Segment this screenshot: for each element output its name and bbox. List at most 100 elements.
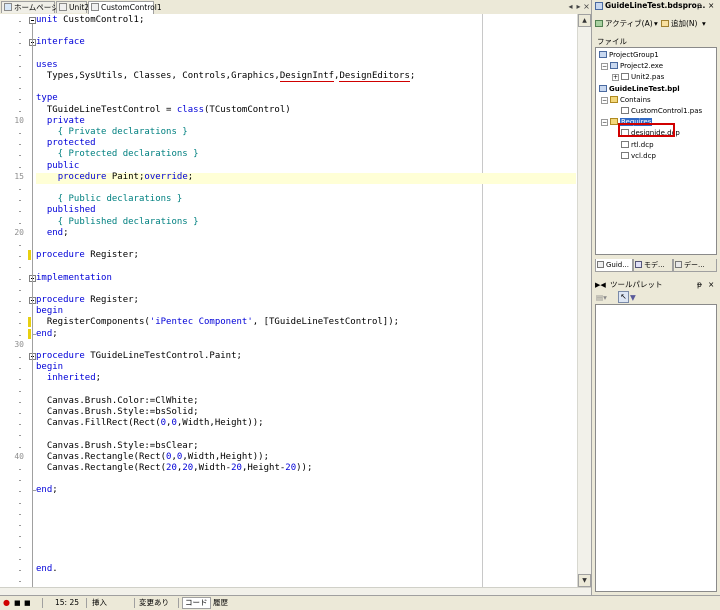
code-line[interactable]: published xyxy=(36,205,96,216)
pin-icon[interactable]: ᵽ xyxy=(697,279,702,291)
tree-item[interactable]: GuideLineTest.bpl xyxy=(599,84,680,94)
line-dot xyxy=(19,32,21,34)
tree-item[interactable]: vcl.dcp xyxy=(621,151,656,161)
code-token: Register; xyxy=(84,295,139,305)
code-line[interactable]: uses xyxy=(36,60,58,71)
add-dropdown-icon[interactable]: ▾ xyxy=(702,18,706,30)
close-icon[interactable]: × xyxy=(708,0,714,12)
expand-icon[interactable]: + xyxy=(612,74,619,82)
code-token: type xyxy=(36,93,58,104)
code-line[interactable]: public xyxy=(36,161,80,172)
code-token: 'iPentec Component' xyxy=(149,317,253,328)
code-line[interactable]: begin xyxy=(36,306,63,317)
code-token: inherited xyxy=(46,373,96,384)
activate-dropdown-icon[interactable]: ▾ xyxy=(654,18,658,30)
code-line[interactable]: TGuideLineTestControl = class(TCustomCon… xyxy=(36,105,291,116)
code-token: { Private declarations } xyxy=(36,127,188,137)
code-token: procedure xyxy=(36,250,85,261)
code-line[interactable]: procedure Paint;override; xyxy=(36,172,194,183)
collapse-icon[interactable]: − xyxy=(601,119,608,127)
code-line[interactable]: Canvas.Rectangle(Rect(20,20,Width-20,Hei… xyxy=(36,463,313,474)
line-dot xyxy=(19,469,21,470)
code-line[interactable]: end; xyxy=(36,228,69,239)
collapse-icon[interactable]: − xyxy=(601,63,608,71)
pointer-icon[interactable]: ↖ xyxy=(618,291,629,303)
code-line[interactable]: { Public declarations } xyxy=(36,194,183,205)
line-dot xyxy=(19,289,21,291)
line-dot xyxy=(19,480,21,482)
code-line[interactable]: Types,SysUtils, Classes, Controls,Graphi… xyxy=(36,71,415,82)
play-macro-icon[interactable]: ■ xyxy=(24,598,31,608)
tab-guide[interactable]: Guid... xyxy=(595,259,633,272)
code-line[interactable]: implementation xyxy=(36,273,112,284)
editor-vertical-scrollbar[interactable]: ▲ ▼ xyxy=(577,14,591,587)
tree-item[interactable]: Contains xyxy=(610,95,651,105)
code-line[interactable]: procedure TGuideLineTestControl.Paint; xyxy=(36,351,242,362)
fold-toggle-icon[interactable] xyxy=(29,17,36,24)
tree-item[interactable]: Unit2.pas xyxy=(621,72,664,82)
tab-model[interactable]: モデ... xyxy=(633,259,673,272)
filter-icon[interactable]: ▼ xyxy=(630,292,636,304)
code-line[interactable]: inherited; xyxy=(36,373,101,384)
add-button[interactable]: 追加(N) xyxy=(661,18,697,30)
tree-item[interactable]: ProjectGroup1 xyxy=(599,50,659,60)
code-line[interactable]: Canvas.Brush.Style:=bsSolid; xyxy=(36,407,199,418)
code-line[interactable]: private xyxy=(36,116,85,127)
close-tab-icon[interactable]: × xyxy=(582,2,591,11)
code-token: { Public declarations } xyxy=(36,194,183,205)
code-line[interactable]: procedure Register; xyxy=(36,250,139,261)
code-line[interactable]: { Private declarations } xyxy=(36,127,188,138)
code-line[interactable]: { Published declarations } xyxy=(36,217,199,228)
tab-code[interactable]: コード xyxy=(182,597,211,609)
code-line[interactable]: end; xyxy=(36,329,58,340)
tree-item[interactable]: rtl.dcp xyxy=(621,140,654,150)
code-token: Register; xyxy=(84,250,139,261)
code-line[interactable]: unit CustomControl1; xyxy=(36,15,144,26)
code-line[interactable]: end. xyxy=(36,564,58,575)
code-token: 20 xyxy=(166,463,177,473)
tool-palette-area[interactable] xyxy=(595,304,717,592)
collapse-icon[interactable]: − xyxy=(601,96,608,104)
line-dot xyxy=(19,77,21,78)
tab-history[interactable]: 履歴 xyxy=(211,598,230,608)
tab-data[interactable]: デー... xyxy=(673,259,717,272)
tree-item[interactable]: CustomControl1.pas xyxy=(621,106,702,116)
code-line[interactable]: Canvas.FillRect(Rect(0,0,Width,Height)); xyxy=(36,418,264,429)
close-icon[interactable]: × xyxy=(708,279,714,291)
globe-icon xyxy=(4,3,12,11)
code-line[interactable]: { Protected declarations } xyxy=(36,149,199,160)
code-line[interactable]: Canvas.Brush.Style:=bsClear; xyxy=(36,441,199,452)
code-line[interactable]: Canvas.Rectangle(Rect(0,0,Width,Height))… xyxy=(36,452,269,463)
line-dot xyxy=(19,88,21,90)
line-dot xyxy=(19,558,21,560)
activate-button[interactable]: アクティブ(A) xyxy=(595,18,653,30)
editor-gutter xyxy=(0,14,28,587)
code-line[interactable]: Canvas.Brush.Color:=ClWhite; xyxy=(36,396,199,407)
pin-icon[interactable]: ᵽ xyxy=(697,0,702,12)
project-tree[interactable]: ProjectGroup1− Project2.exe + Unit2.pas Guid… xyxy=(595,47,717,255)
code-token: TGuideLineTestControl.Paint; xyxy=(84,351,242,361)
line-dot xyxy=(19,379,21,381)
code-line[interactable]: begin xyxy=(36,362,63,373)
project-group-icon xyxy=(599,51,607,58)
tab-customcontrol1[interactable]: CustomControl1 xyxy=(88,1,162,15)
code-line[interactable]: procedure Register; xyxy=(36,295,139,306)
scroll-up-icon[interactable]: ▲ xyxy=(578,14,591,27)
code-token: ,Width,Height)); xyxy=(182,451,270,462)
scroll-down-icon[interactable]: ▼ xyxy=(578,574,591,587)
palette-categories-icon[interactable]: ▤▾ xyxy=(596,292,607,304)
code-line[interactable]: RegisterComponents('iPentec Component', … xyxy=(36,317,399,328)
tab-homepage[interactable]: ホームページ xyxy=(1,1,59,13)
code-line[interactable]: end; xyxy=(36,485,58,496)
stop-macro-icon[interactable]: ■ xyxy=(14,598,21,608)
line-dot xyxy=(19,413,21,414)
code-line[interactable]: protected xyxy=(36,138,96,149)
code-line[interactable]: interface xyxy=(36,37,85,48)
unit-file-icon xyxy=(91,3,99,11)
tab-unit2[interactable]: Unit2 xyxy=(56,1,89,13)
code-editor[interactable]: unit CustomControl1; interface uses Types,… xyxy=(0,14,591,587)
code-token: implementation xyxy=(36,272,112,283)
record-macro-icon[interactable]: ● xyxy=(3,598,10,608)
code-line[interactable]: type xyxy=(36,93,58,104)
tree-item[interactable]: Project2.exe xyxy=(610,61,663,71)
